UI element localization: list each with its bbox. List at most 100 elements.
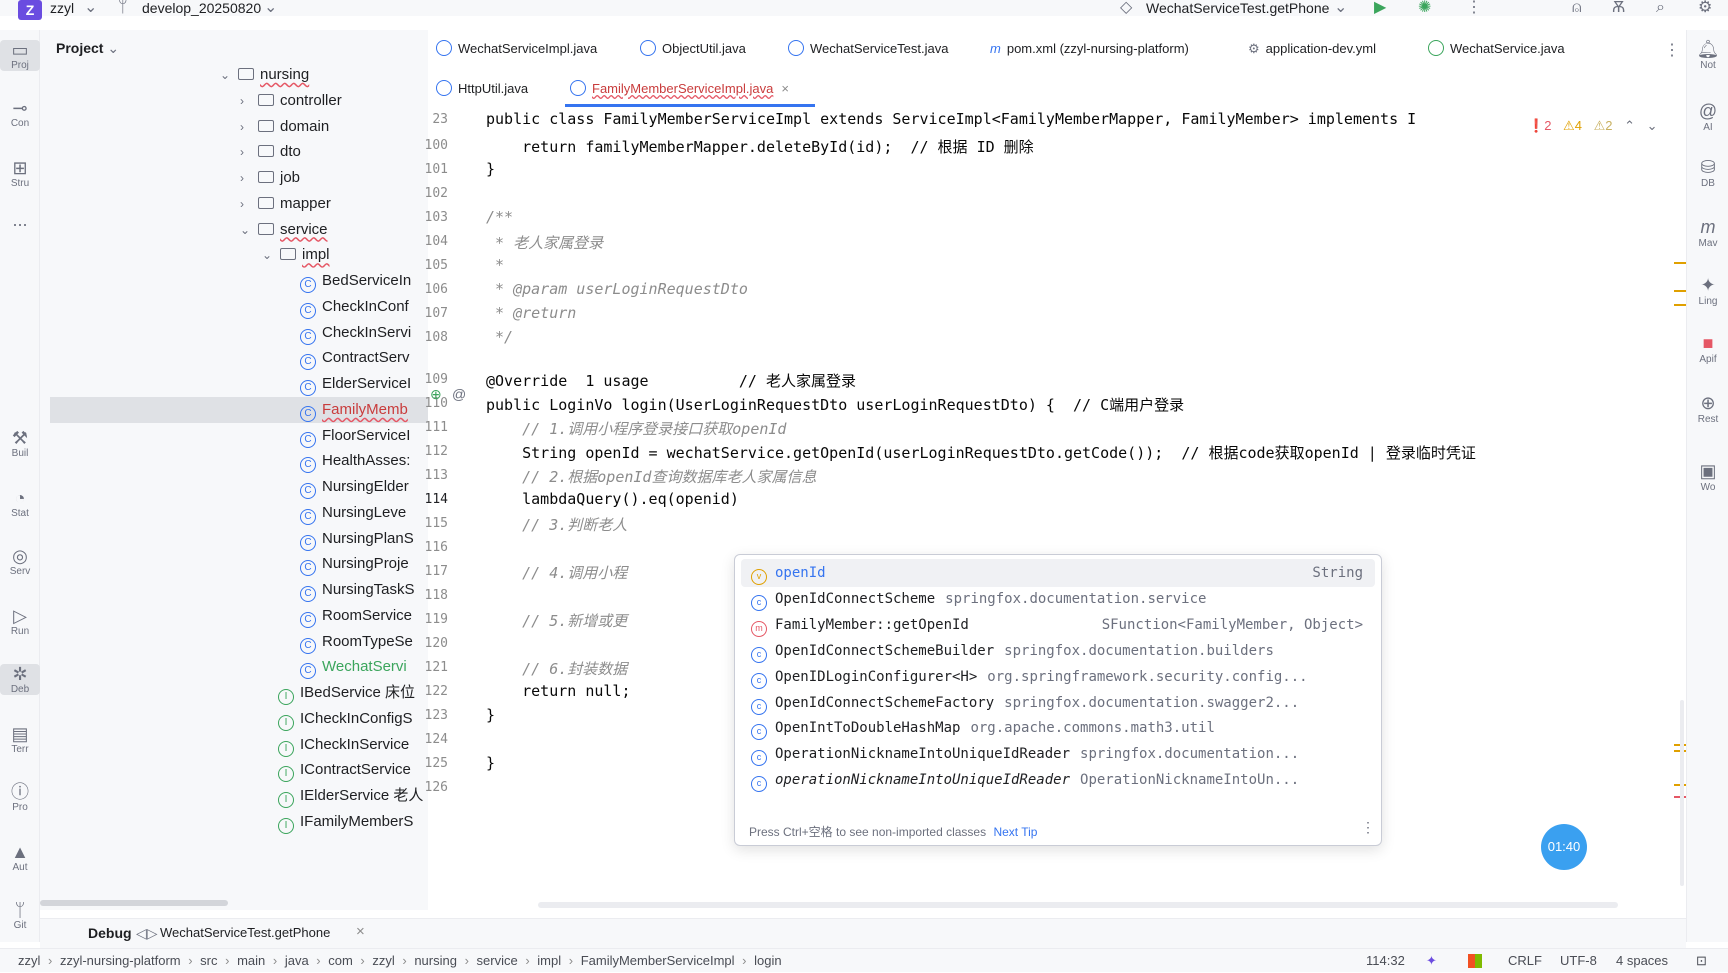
file-encoding[interactable]: UTF-8 (1560, 949, 1597, 973)
tool-debug[interactable]: ✲ Deb (0, 664, 40, 695)
tree-item[interactable]: › domain (240, 114, 329, 140)
chevron-down-icon[interactable]: ⌄ (1334, 0, 1347, 16)
tree-item[interactable]: › dto (240, 139, 301, 165)
tool-maven[interactable]: m Mav (1687, 216, 1728, 249)
completion-item[interactable]: c OpenIdConnectSchemeBuilder springfox.doc… (741, 637, 1375, 665)
tree-item[interactable]: C FloorServiceI (300, 423, 410, 449)
breadcrumb-item[interactable]: com (328, 953, 353, 968)
tree-item[interactable]: C CheckInServi (300, 320, 411, 346)
tool-run[interactable]: ▷ Run (0, 606, 40, 637)
tool-project[interactable]: ▭ Proj (0, 40, 40, 71)
breadcrumb-item[interactable]: nursing (414, 953, 457, 968)
tree-item[interactable]: C NursingTaskS (300, 577, 415, 603)
line-separator[interactable]: CRLF (1508, 949, 1542, 973)
next-tip-link[interactable]: Next Tip (993, 825, 1037, 839)
tab-family-member-service-impl[interactable]: FamilyMemberServiceImpl.java × (570, 72, 789, 106)
code-line[interactable]: return null; (486, 682, 630, 700)
tool-lingma[interactable]: ✦ Ling (1687, 274, 1728, 307)
annotation-gutter-icon[interactable]: @ (452, 386, 466, 402)
tool-statistic[interactable]: ◔ Stat (0, 488, 40, 519)
completion-item[interactable]: c OpenIDLoginConfigurer<H> org.springframe… (741, 663, 1375, 691)
add-user-icon[interactable]: ⍝ (1572, 0, 1582, 16)
project-panel-title[interactable]: Project ⌄ (56, 40, 119, 57)
tree-item[interactable]: C FamilyMemb (50, 396, 428, 423)
project-name[interactable]: zzyl (50, 0, 74, 16)
tab-wechat-service-test[interactable]: WechatServiceTest.java (788, 32, 949, 66)
horizontal-scrollbar[interactable] (40, 900, 228, 906)
tool-rest[interactable]: ⊕ Rest (1687, 392, 1728, 425)
code-line[interactable]: // 4.调用小程 (486, 562, 627, 583)
tool-apifox[interactable]: ■ Apif (1687, 332, 1728, 365)
tree-item[interactable]: C WechatServi (300, 654, 407, 680)
breadcrumb-item[interactable]: service (477, 953, 518, 968)
more-vertical-icon[interactable]: ⋮ (1361, 819, 1375, 836)
tool-services[interactable]: ◎ Serv (0, 546, 40, 577)
tab-application-dev-yml[interactable]: ⚙ application-dev.yml (1248, 32, 1376, 66)
chevron-down-icon[interactable]: ⌄ (264, 0, 277, 16)
chevron-right-icon[interactable]: › (240, 88, 254, 114)
project-badge[interactable]: Z (18, 0, 42, 20)
chevron-down-icon[interactable]: ⌄ (1647, 118, 1658, 133)
tool-git[interactable]: ᛘ Git (0, 900, 40, 931)
tree-item[interactable]: I IBedService 床位 (278, 680, 415, 706)
chevron-down-icon[interactable]: ⌄ (240, 217, 254, 243)
tree-item[interactable]: ⌄ service (240, 217, 328, 243)
breadcrumb-item[interactable]: zzyl (372, 953, 394, 968)
tree-item[interactable]: C NursingLeve (300, 500, 406, 526)
code-line[interactable]: * @param userLoginRequestDto (486, 280, 748, 298)
breadcrumb-item[interactable]: src (200, 953, 217, 968)
tab-wechat-service[interactable]: WechatService.java (1428, 32, 1565, 66)
editor-horizontal-scrollbar[interactable] (538, 902, 1618, 908)
tool-terminal[interactable]: ▤ Terr (0, 724, 40, 755)
completion-item[interactable]: c OpenIntToDoubleHashMap org.apache.common… (741, 714, 1375, 742)
code-line[interactable]: @Override 1 usage // 老人家属登录 (486, 370, 856, 391)
code-line[interactable]: public LoginVo login(UserLoginRequestDto… (486, 394, 1184, 415)
tool-notifications[interactable]: 🔔︎ Not (1687, 38, 1728, 71)
chevron-down-icon[interactable]: ⌄ (220, 62, 234, 88)
code-line[interactable]: public class FamilyMemberServiceImpl ext… (486, 110, 1416, 128)
tree-item[interactable]: C CheckInConf (300, 294, 409, 320)
completion-item[interactable]: c OpenIdConnectSchemeFactory springfox.doc… (741, 689, 1375, 717)
completion-item[interactable]: c OpenIdConnectScheme springfox.documentat… (741, 585, 1375, 613)
breadcrumb-item[interactable]: zzyl-nursing-platform (60, 953, 181, 968)
lingma-status-icon[interactable]: ✦ (1426, 949, 1437, 973)
chevron-down-icon[interactable]: ⌄ (262, 242, 276, 268)
tab-object-util[interactable]: ObjectUtil.java (640, 32, 746, 66)
tool-problems[interactable]: ⓘ Pro (0, 782, 40, 813)
tool-database[interactable]: ⛁ DB (1687, 156, 1728, 189)
debug-title[interactable]: Debug (88, 925, 132, 941)
tree-item[interactable]: › controller (240, 88, 342, 114)
breadcrumb-item[interactable]: login (754, 953, 781, 968)
tool-commit[interactable]: ⊸ Con (0, 98, 40, 129)
code-line[interactable]: return familyMemberMapper.deleteById(id)… (486, 136, 1034, 157)
translate-icon[interactable]: Ѫ (1612, 0, 1625, 16)
vertical-scrollbar[interactable] (1680, 700, 1684, 886)
code-line[interactable]: * (486, 256, 504, 274)
tree-item[interactable]: C RoomService (300, 603, 412, 629)
tree-item[interactable]: › job (240, 165, 300, 191)
chevron-right-icon[interactable]: › (240, 114, 254, 140)
code-line[interactable]: * 老人家属登录 (486, 232, 603, 253)
tree-item[interactable]: C NursingProje (300, 551, 409, 577)
chevron-right-icon[interactable]: › (240, 139, 254, 165)
tab-wechat-service-impl[interactable]: WechatServiceImpl.java (436, 32, 597, 66)
chevron-right-icon[interactable]: › (240, 165, 254, 191)
tool-auto[interactable]: ▲ Aut (0, 842, 40, 873)
chevron-down-icon[interactable]: ⌄ (107, 40, 119, 56)
code-line[interactable]: lambdaQuery().eq(openid) (486, 490, 739, 508)
tool-ai[interactable]: @ AI (1687, 100, 1728, 133)
lock-icon[interactable]: ⊡ (1696, 949, 1707, 973)
breadcrumb-item[interactable]: impl (537, 953, 561, 968)
tree-item[interactable]: C ElderServiceI (300, 371, 411, 397)
breadcrumb-item[interactable]: java (285, 953, 309, 968)
tool-structure[interactable]: ⊞ Stru (0, 158, 40, 189)
recording-timer[interactable]: 01:40 (1541, 824, 1587, 870)
tree-item[interactable]: I IContractService (278, 757, 411, 783)
run-icon[interactable]: ▶ (1374, 0, 1386, 16)
tree-item[interactable]: I IElderService 老人 (278, 783, 423, 809)
code-line[interactable]: // 5.新增或更 (486, 610, 627, 631)
run-config-name[interactable]: WechatServiceTest.getPhone (1146, 0, 1329, 16)
inspection-widget[interactable]: ❗2 ⚠4 ⚠2 ⌃ ⌄ (1528, 118, 1658, 134)
search-icon[interactable]: ⌕ (1656, 0, 1665, 16)
code-line[interactable]: String openId = wechatService.getOpenId(… (486, 442, 1476, 463)
